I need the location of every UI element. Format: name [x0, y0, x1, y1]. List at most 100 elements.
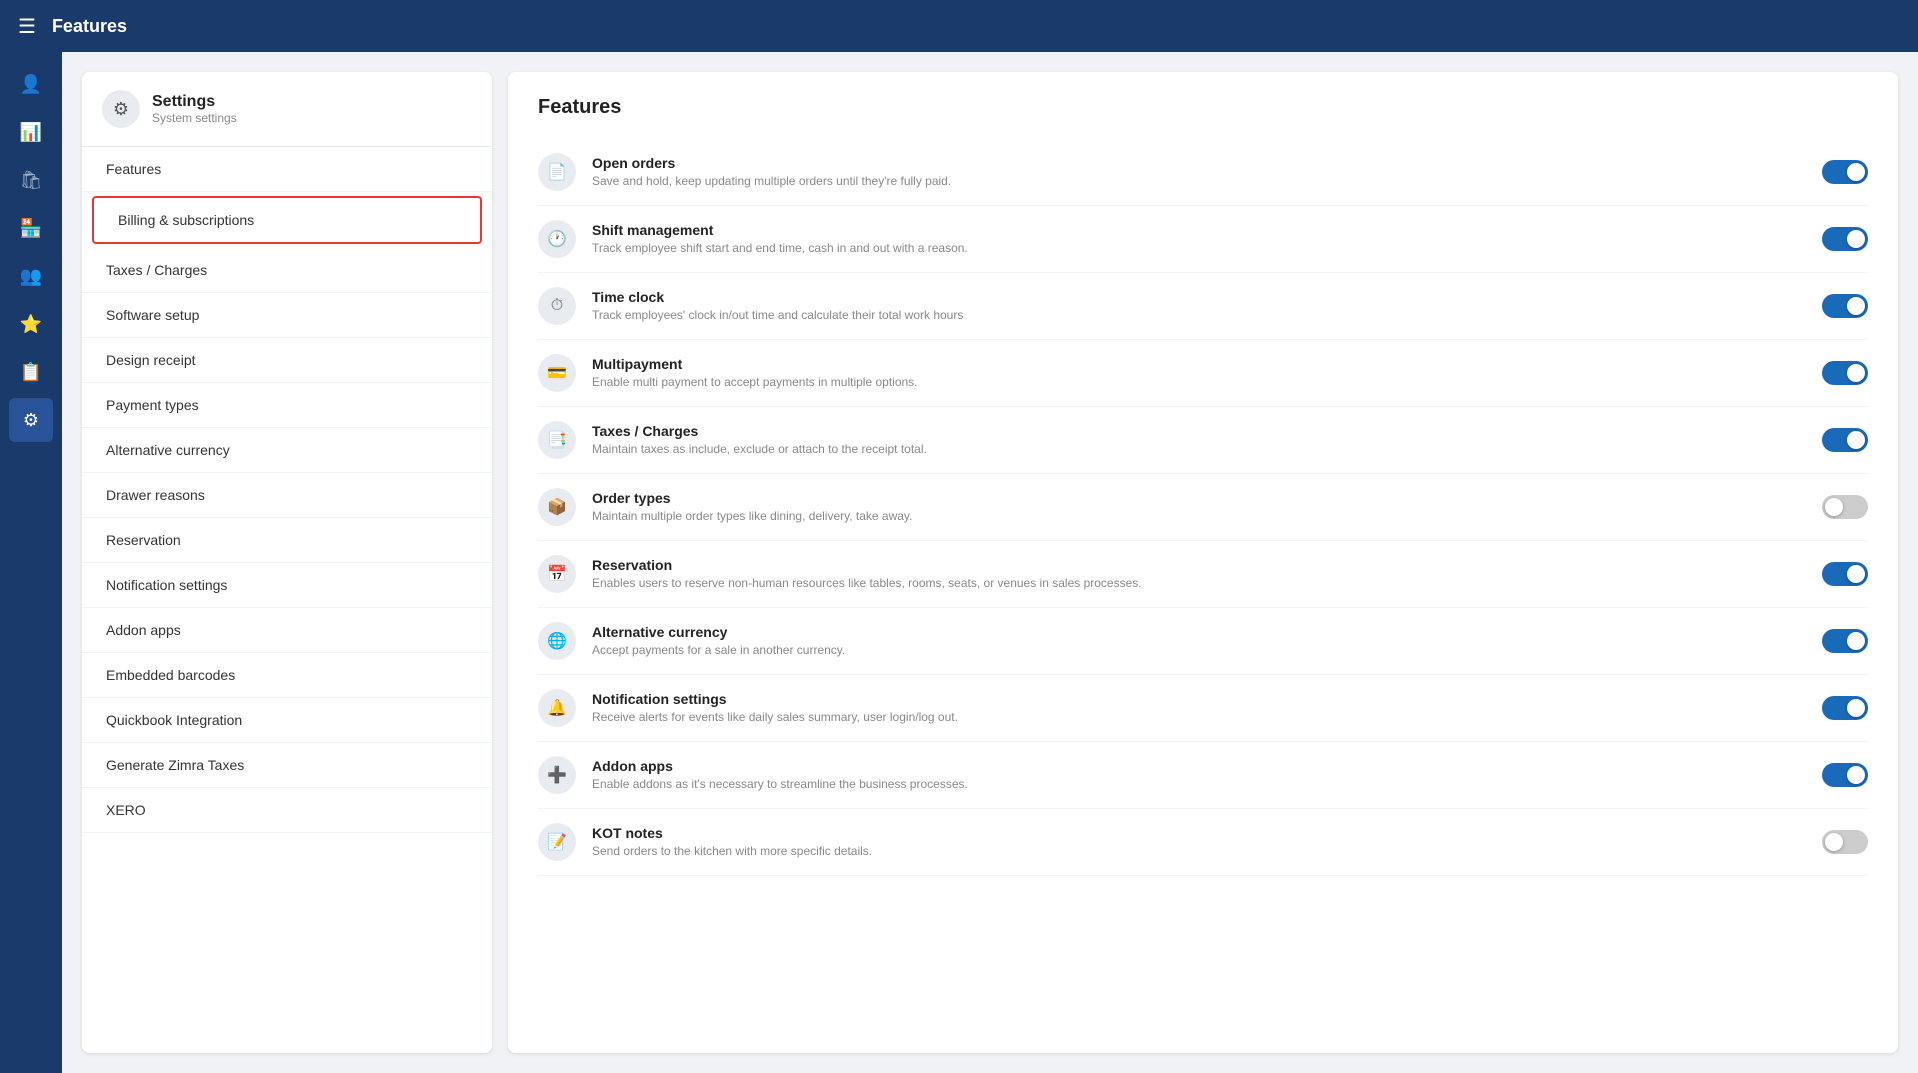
- shift-management-icon: 🕐: [538, 220, 576, 258]
- time-clock-toggle[interactable]: [1822, 294, 1868, 318]
- nav-item-drawer-reasons[interactable]: Drawer reasons: [82, 473, 492, 518]
- taxes-charges-icon: 📑: [538, 421, 576, 459]
- taxes-charges-toggle[interactable]: [1822, 428, 1868, 452]
- nav-item-notification-settings[interactable]: Notification settings: [82, 563, 492, 608]
- time-clock-icon: ⏱: [538, 287, 576, 325]
- settings-panel: ⚙ Settings System settings FeaturesBilli…: [82, 72, 492, 1053]
- open-orders-toggle[interactable]: [1822, 160, 1868, 184]
- reservation-toggle[interactable]: [1822, 562, 1868, 586]
- feature-row-open-orders: 📄 Open orders Save and hold, keep updating…: [538, 139, 1868, 206]
- features-panel: Features 📄 Open orders Save and hold, keep…: [508, 72, 1898, 1053]
- reservation-icon: 📅: [538, 555, 576, 593]
- notification-settings-toggle[interactable]: [1822, 696, 1868, 720]
- notification-settings-text: Notification settings Receive alerts for …: [592, 691, 1806, 726]
- nav-item-reservation[interactable]: Reservation: [82, 518, 492, 563]
- shift-management-text: Shift management Track employee shift sta…: [592, 222, 1806, 257]
- settings-title: Settings: [152, 93, 237, 111]
- order-types-name: Order types: [592, 490, 1806, 506]
- features-panel-title: Features: [538, 96, 1868, 119]
- multipayment-icon: 💳: [538, 354, 576, 392]
- topbar-title: Features: [52, 16, 127, 37]
- reservation-text: Reservation Enables users to reserve non-…: [592, 557, 1806, 592]
- time-clock-desc: Track employees' clock in/out time and c…: [592, 307, 1806, 324]
- features-list: 📄 Open orders Save and hold, keep updating…: [538, 139, 1868, 876]
- settings-nav: FeaturesBilling & subscriptions←Taxes / …: [82, 147, 492, 833]
- order-types-desc: Maintain multiple order types like dinin…: [592, 508, 1806, 525]
- addon-apps-text: Addon apps Enable addons as it's necessar…: [592, 758, 1806, 793]
- reservation-desc: Enables users to reserve non-human resou…: [592, 575, 1806, 592]
- nav-item-payment-types[interactable]: Payment types: [82, 383, 492, 428]
- nav-item-billing[interactable]: Billing & subscriptions: [92, 196, 482, 244]
- nav-item-xero[interactable]: XERO: [82, 788, 492, 833]
- shift-management-name: Shift management: [592, 222, 1806, 238]
- notification-settings-icon: 🔔: [538, 689, 576, 727]
- notification-settings-desc: Receive alerts for events like daily sal…: [592, 709, 1806, 726]
- taxes-charges-text: Taxes / Charges Maintain taxes as include…: [592, 423, 1806, 458]
- settings-gear-icon: ⚙: [102, 90, 140, 128]
- feature-row-reservation: 📅 Reservation Enables users to reserve non…: [538, 541, 1868, 608]
- addon-apps-icon: ➕: [538, 756, 576, 794]
- content-area: ⚙ Settings System settings FeaturesBilli…: [62, 52, 1918, 1073]
- open-orders-name: Open orders: [592, 155, 1806, 171]
- multipayment-name: Multipayment: [592, 356, 1806, 372]
- time-clock-name: Time clock: [592, 289, 1806, 305]
- people-icon[interactable]: 👥: [9, 254, 53, 298]
- order-types-text: Order types Maintain multiple order types…: [592, 490, 1806, 525]
- open-orders-icon: 📄: [538, 153, 576, 191]
- topbar: ☰ Features: [0, 0, 1918, 52]
- nav-item-zimra[interactable]: Generate Zimra Taxes: [82, 743, 492, 788]
- menu-icon[interactable]: ☰: [18, 14, 36, 39]
- kot-notes-desc: Send orders to the kitchen with more spe…: [592, 843, 1806, 860]
- feature-row-taxes-charges: 📑 Taxes / Charges Maintain taxes as includ…: [538, 407, 1868, 474]
- nav-item-embedded-barcodes[interactable]: Embedded barcodes: [82, 653, 492, 698]
- settings-header-text: Settings System settings: [152, 93, 237, 125]
- kot-notes-icon: 📝: [538, 823, 576, 861]
- kot-notes-name: KOT notes: [592, 825, 1806, 841]
- warehouse-icon[interactable]: 🏪: [9, 206, 53, 250]
- feature-row-addon-apps: ➕ Addon apps Enable addons as it's necessa…: [538, 742, 1868, 809]
- taxes-charges-desc: Maintain taxes as include, exclude or at…: [592, 441, 1806, 458]
- addon-apps-toggle[interactable]: [1822, 763, 1868, 787]
- feature-row-time-clock: ⏱ Time clock Track employees' clock in/out…: [538, 273, 1868, 340]
- order-types-toggle[interactable]: [1822, 495, 1868, 519]
- feature-row-kot-notes: 📝 KOT notes Send orders to the kitchen wit…: [538, 809, 1868, 876]
- alternative-currency-name: Alternative currency: [592, 624, 1806, 640]
- alternative-currency-toggle[interactable]: [1822, 629, 1868, 653]
- nav-item-design-receipt[interactable]: Design receipt: [82, 338, 492, 383]
- alternative-currency-text: Alternative currency Accept payments for …: [592, 624, 1806, 659]
- nav-item-software-setup[interactable]: Software setup: [82, 293, 492, 338]
- addon-apps-desc: Enable addons as it's necessary to strea…: [592, 776, 1806, 793]
- settings-subtitle: System settings: [152, 111, 237, 125]
- nav-item-addon-apps[interactable]: Addon apps: [82, 608, 492, 653]
- multipayment-desc: Enable multi payment to accept payments …: [592, 374, 1806, 391]
- report-icon[interactable]: 📋: [9, 350, 53, 394]
- time-clock-text: Time clock Track employees' clock in/out …: [592, 289, 1806, 324]
- open-orders-text: Open orders Save and hold, keep updating …: [592, 155, 1806, 190]
- shift-management-toggle[interactable]: [1822, 227, 1868, 251]
- feature-row-order-types: 📦 Order types Maintain multiple order type…: [538, 474, 1868, 541]
- star-icon[interactable]: ⭐: [9, 302, 53, 346]
- order-types-icon: 📦: [538, 488, 576, 526]
- kot-notes-toggle[interactable]: [1822, 830, 1868, 854]
- notification-settings-name: Notification settings: [592, 691, 1806, 707]
- feature-row-multipayment: 💳 Multipayment Enable multi payment to acc…: [538, 340, 1868, 407]
- open-orders-desc: Save and hold, keep updating multiple or…: [592, 173, 1806, 190]
- nav-item-taxes[interactable]: Taxes / Charges: [82, 248, 492, 293]
- feature-row-shift-management: 🕐 Shift management Track employee shift st…: [538, 206, 1868, 273]
- multipayment-toggle[interactable]: [1822, 361, 1868, 385]
- settings-header: ⚙ Settings System settings: [82, 72, 492, 147]
- chart-icon[interactable]: 📊: [9, 110, 53, 154]
- user-icon[interactable]: 👤: [9, 62, 53, 106]
- shift-management-desc: Track employee shift start and end time,…: [592, 240, 1806, 257]
- bag-icon[interactable]: 🛍: [9, 158, 53, 202]
- feature-row-notification-settings: 🔔 Notification settings Receive alerts for…: [538, 675, 1868, 742]
- nav-item-alternative-currency[interactable]: Alternative currency: [82, 428, 492, 473]
- nav-item-features[interactable]: Features: [82, 147, 492, 192]
- kot-notes-text: KOT notes Send orders to the kitchen with…: [592, 825, 1806, 860]
- nav-item-quickbook[interactable]: Quickbook Integration: [82, 698, 492, 743]
- taxes-charges-name: Taxes / Charges: [592, 423, 1806, 439]
- features-icon[interactable]: ⚙: [9, 398, 53, 442]
- reservation-name: Reservation: [592, 557, 1806, 573]
- addon-apps-name: Addon apps: [592, 758, 1806, 774]
- alternative-currency-desc: Accept payments for a sale in another cu…: [592, 642, 1806, 659]
